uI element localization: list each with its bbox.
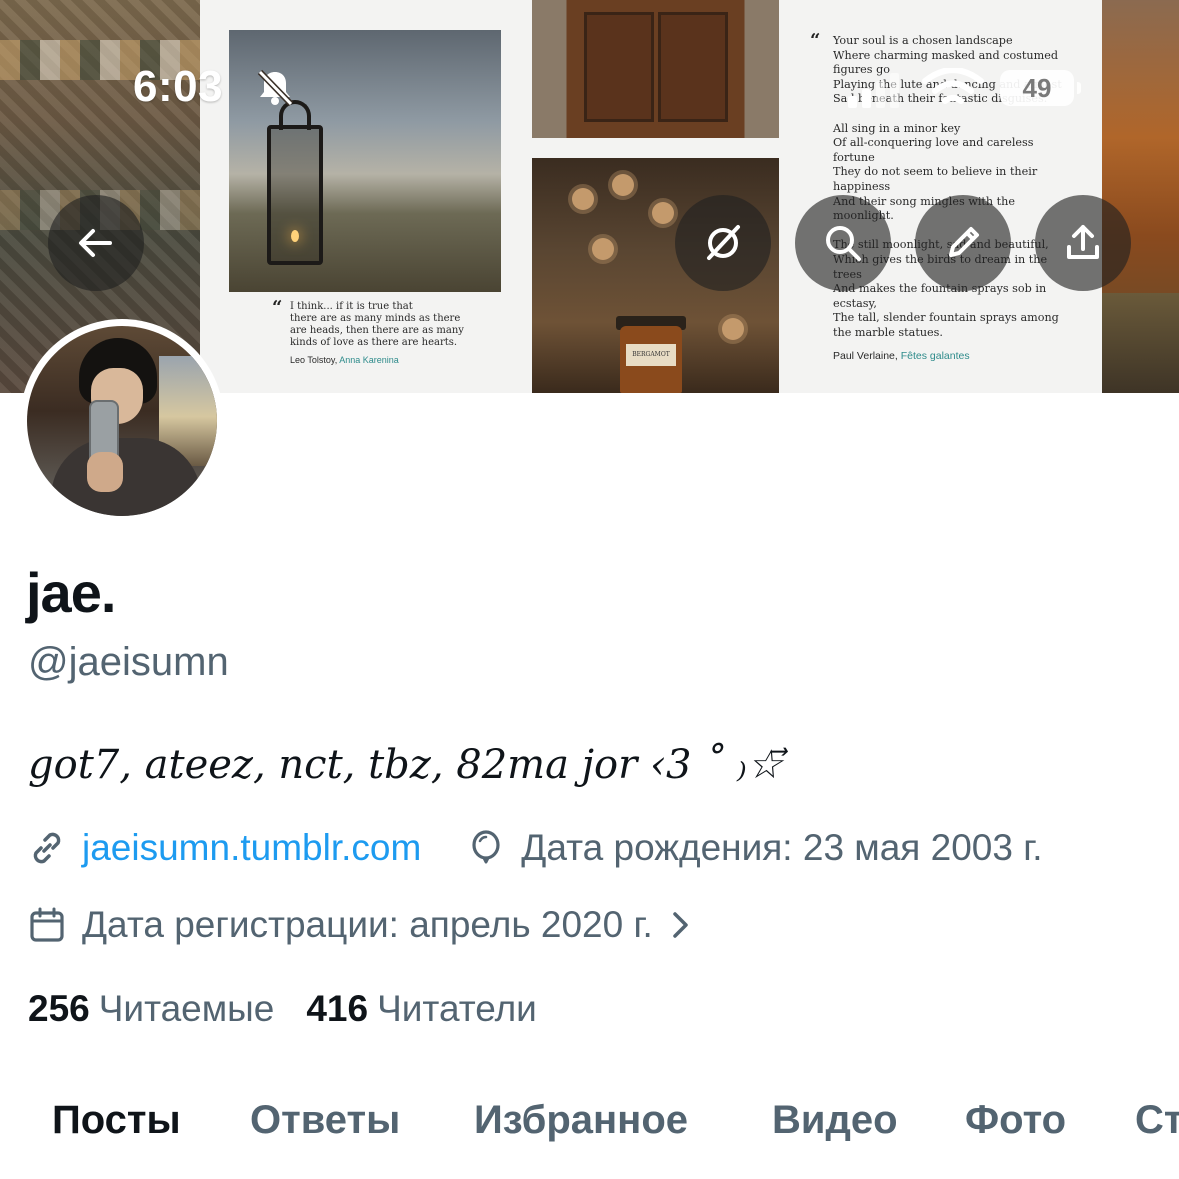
display-name: jae. <box>26 561 116 624</box>
grok-icon <box>707 225 740 260</box>
avatar-hand <box>87 452 123 492</box>
door-panel <box>584 12 654 122</box>
birthday-text: Дата рождения: 23 мая 2003 г. <box>521 827 1043 868</box>
balloon-icon <box>472 830 500 864</box>
dried-flower <box>592 238 614 260</box>
search-button[interactable] <box>795 195 891 291</box>
signal-icon <box>848 73 899 108</box>
grok-button[interactable] <box>675 195 771 291</box>
tab-more[interactable]: Ст <box>1135 1098 1179 1143</box>
poem-work-title: Fêtes galantes <box>900 350 970 362</box>
profile-bio: got7, ateez, nct, tbz, 82ma jor ‹3 ˚ ₎☆⃗ <box>28 742 783 788</box>
chevron-right-icon[interactable] <box>667 909 693 941</box>
dried-flower <box>652 202 674 224</box>
quote-author-name: Leo Tolstoy, <box>290 355 340 365</box>
quote-work-title: Anna Karenina <box>339 355 399 365</box>
follow-stats: 256 Читаемые 416 Читатели <box>28 988 569 1030</box>
tolstoy-quote-text: I think... if it is true that there are … <box>290 301 464 348</box>
lantern-flame <box>291 230 299 242</box>
wifi-icon <box>922 68 984 104</box>
website-item[interactable]: jaeisumn.tumblr.com <box>28 827 421 869</box>
tolstoy-quote-author: Leo Tolstoy, Anna Karenina <box>290 355 399 365</box>
share-icon <box>1067 225 1099 259</box>
battery-level: 49 <box>1022 73 1052 103</box>
tab-videos[interactable]: Видео <box>772 1098 898 1143</box>
quote-mark: “ <box>810 30 821 51</box>
back-arrow-icon <box>79 229 112 257</box>
lantern <box>267 125 323 265</box>
dried-flower <box>612 174 634 196</box>
profile-avatar[interactable] <box>20 319 224 523</box>
poem-author-name: Paul Verlaine, <box>833 350 901 362</box>
birthday-item: Дата рождения: 23 мая 2003 г. <box>467 827 1042 869</box>
verlaine-poem-author: Paul Verlaine, Fêtes galantes <box>833 350 970 362</box>
tab-replies[interactable]: Ответы <box>250 1098 400 1143</box>
joined-row[interactable]: Дата регистрации: апрель 2020 г. <box>28 902 693 948</box>
tab-photos[interactable]: Фото <box>965 1098 1066 1143</box>
avatar-photo <box>27 326 217 516</box>
dried-flower <box>722 318 744 340</box>
chevron-right-icon-svg <box>673 912 688 938</box>
website-link[interactable]: jaeisumn.tumblr.com <box>82 827 421 869</box>
following-stat[interactable]: 256 Читаемые <box>28 988 274 1030</box>
edit-icon <box>949 227 979 257</box>
following-count: 256 <box>28 988 90 1029</box>
door-panel <box>658 12 728 122</box>
edit-button[interactable] <box>915 195 1011 291</box>
dried-flower <box>572 188 594 210</box>
autumn-tree-photo <box>1102 0 1179 393</box>
bell-slash-icon <box>257 69 294 107</box>
tab-likes[interactable]: Избранное <box>474 1098 688 1143</box>
following-label: Читаемые <box>98 988 275 1029</box>
battery-icon: 49 <box>1000 70 1081 106</box>
joined-text: Дата регистрации: апрель 2020 г. <box>82 904 653 945</box>
profile-tabs: Посты Ответы Избранное Видео Фото Ст <box>0 1098 1179 1158</box>
tab-posts[interactable]: Посты <box>52 1098 181 1143</box>
followers-stat[interactable]: 416 Читатели <box>306 988 537 1030</box>
quote-mark: “ <box>272 297 283 318</box>
share-button[interactable] <box>1035 195 1131 291</box>
status-time: 6:03 <box>133 62 224 111</box>
user-handle: @jaeisumn <box>28 640 229 684</box>
candle-jar-label: BERGAMOT <box>626 344 676 366</box>
followers-label: Читатели <box>377 988 537 1029</box>
back-button[interactable] <box>48 195 144 291</box>
candle-jar-label-text: BERGAMOT <box>632 351 670 358</box>
search-icon <box>826 226 861 261</box>
door-photo <box>532 0 779 138</box>
calendar-icon <box>30 907 64 942</box>
profile-meta-row: jaeisumn.tumblr.com Дата рождения: 23 ма… <box>28 825 1042 871</box>
followers-count: 416 <box>306 988 369 1029</box>
link-icon <box>33 832 61 864</box>
